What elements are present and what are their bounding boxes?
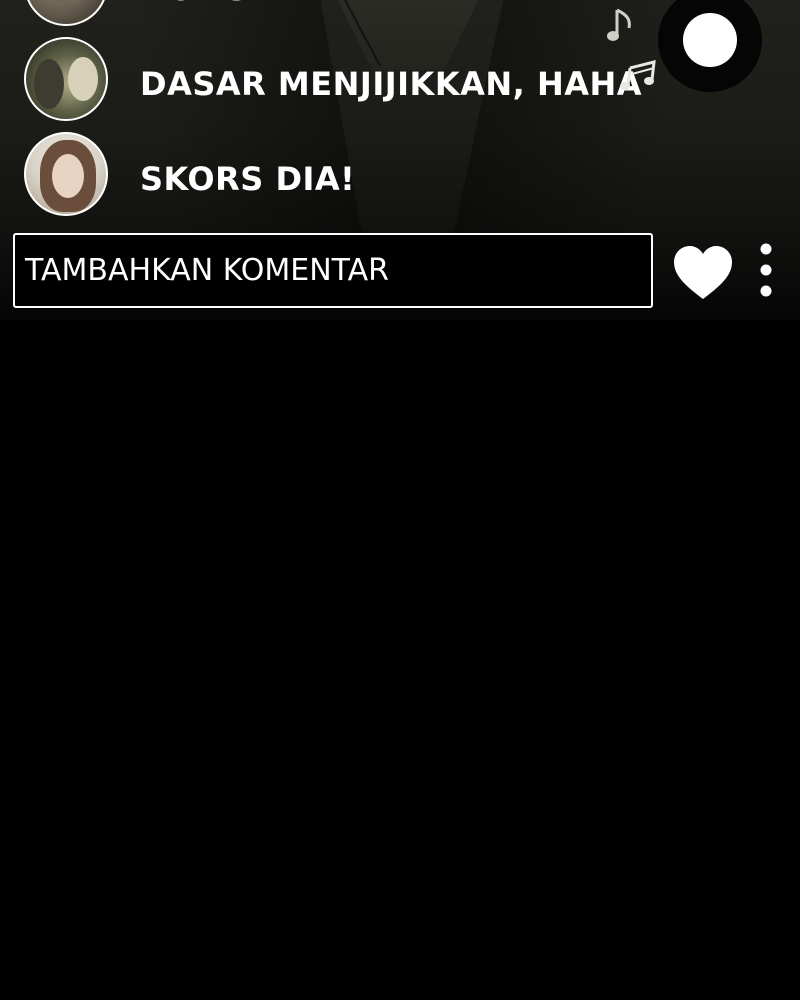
comment-text: SKORS DIA!: [140, 160, 356, 198]
avatar-image: [36, 0, 96, 4]
comment-input-placeholder: TAMBAHKAN KOMENTAR: [25, 253, 389, 288]
avatar-image: [68, 57, 98, 101]
avatar-image: [52, 154, 84, 198]
background-jacket-collar: [318, 0, 498, 70]
avatar[interactable]: [24, 132, 108, 216]
background-shadow: [127, 0, 363, 240]
heart-icon[interactable]: [672, 244, 734, 302]
avatar-image: [34, 59, 64, 109]
more-vertical-icon[interactable]: [752, 240, 780, 302]
avatar[interactable]: [24, 37, 108, 121]
comment-text: DASAR MENJIJIKKAN, HAHA: [140, 65, 643, 103]
comment-input[interactable]: TAMBAHKAN KOMENTAR: [13, 233, 653, 308]
comment-text: DONG?: [140, 0, 268, 8]
music-note-icon: [620, 60, 656, 90]
record-icon: [683, 13, 737, 67]
music-note-icon: [607, 8, 631, 41]
